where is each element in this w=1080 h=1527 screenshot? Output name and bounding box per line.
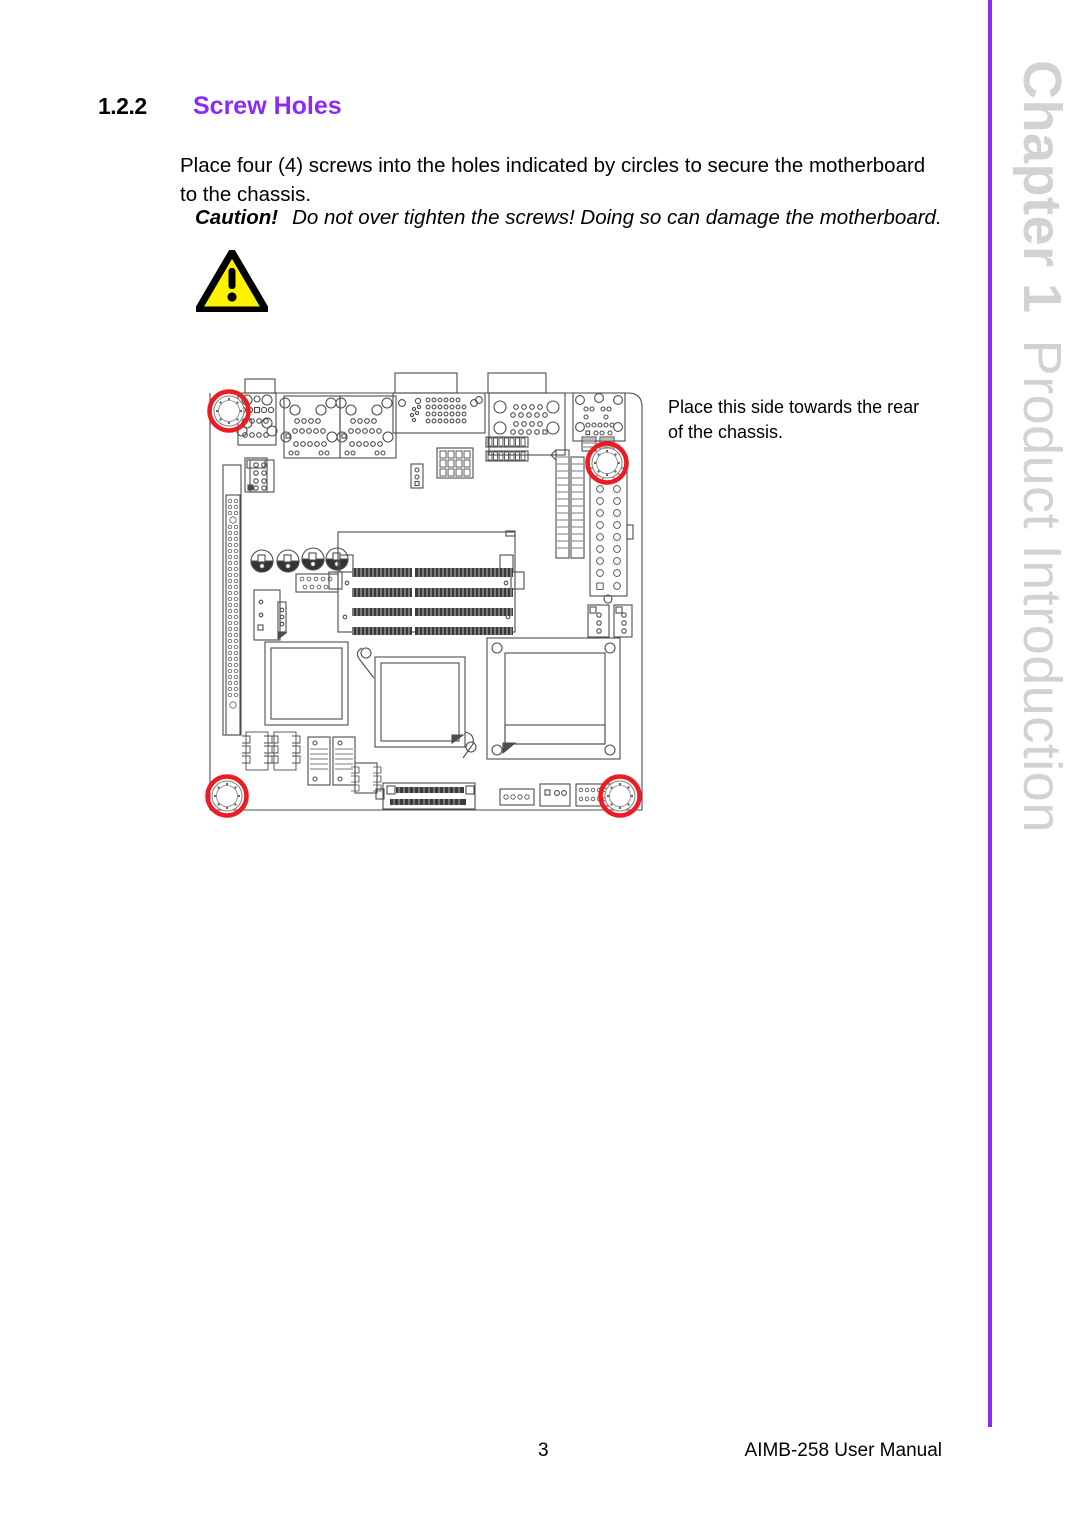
warning-triangle-icon [194,248,270,314]
page-footer: 3 AIMB-258 User Manual [98,1440,958,1470]
chapter-tab: Chapter 1 Product Introduction [1012,60,1072,833]
chapter-accent-rule [988,0,992,1427]
caution-text: Do not over tighten the screws! Doing so… [292,206,942,229]
section-number: 1.2.2 [98,93,147,119]
caution-note: Caution! Do not over tighten the screws! … [195,205,942,231]
body-paragraph: Place four (4) screws into the holes ind… [180,153,926,206]
figure-side-note: Place this side towards the rear of the … [668,397,920,442]
motherboard-diagram [190,365,660,835]
section-heading: 1.2.2 Screw Holes [98,92,342,121]
chapter-tab-number: Chapter 1 [1012,60,1072,314]
caution-label: Caution! [195,206,279,229]
page-title: Screw Holes [193,92,342,120]
chapter-tab-title: Product Introduction [1012,339,1072,833]
footer-manual-title: AIMB-258 User Manual [744,1440,942,1461]
footer-page-number: 3 [538,1440,549,1461]
